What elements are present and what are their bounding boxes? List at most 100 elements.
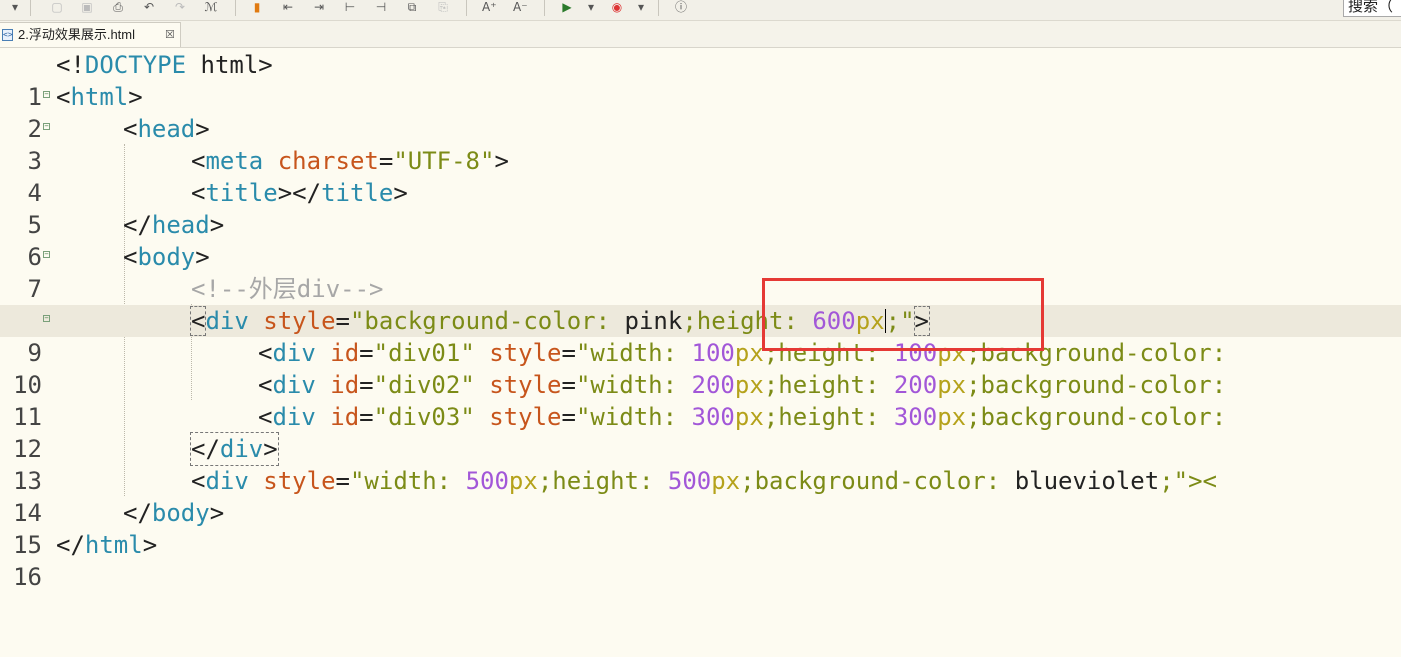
code-line[interactable]: 7 − <body> (0, 241, 1401, 303)
fold-toggle-icon[interactable]: − (43, 251, 50, 258)
copy-icon[interactable]: ⧉ (405, 0, 419, 14)
token: = (561, 339, 576, 367)
search-input[interactable]: 搜索（ (1343, 0, 1401, 17)
jump-left-icon[interactable]: ⊢ (343, 0, 357, 14)
line-code: <div id="div01" style="width: 100px;heig… (258, 337, 1226, 369)
token: px (508, 467, 538, 495)
run-icon[interactable]: ▶ (560, 0, 574, 14)
code-line[interactable]: 16 </html> (0, 529, 1401, 591)
code-line[interactable]: 8 <!--外层div--> (0, 273, 1401, 335)
token: id (330, 339, 360, 367)
font-increase-icon[interactable]: A⁺ (482, 0, 497, 14)
token: html (70, 83, 129, 111)
code-line[interactable]: 1 <!DOCTYPE html> (0, 49, 1401, 111)
code-line[interactable]: 13 </div> (0, 432, 1401, 495)
token: style (489, 339, 562, 367)
format-icon[interactable]: ℳ (204, 0, 218, 14)
info-icon[interactable]: ⓘ (674, 0, 688, 14)
code-line[interactable]: 5 <title></title> (0, 177, 1401, 239)
line-code: <!--外层div--> (191, 273, 384, 305)
code-editor[interactable]: 1 <!DOCTYPE html> 2 − <html> 3 − <head> … (0, 48, 1401, 591)
redo-icon[interactable]: ↷ (173, 0, 187, 14)
code-line[interactable]: 4 <meta charset="UTF-8"> (0, 145, 1401, 207)
line-code: <html> (56, 81, 143, 113)
code-line[interactable]: 6 </head> (0, 209, 1401, 271)
token: px (937, 371, 967, 399)
menu-dropdown-icon[interactable]: ▾ (8, 0, 22, 14)
token: blueviolet (1014, 467, 1160, 495)
token: "background-color: (349, 307, 625, 335)
token: "div01" (373, 339, 475, 367)
line-code: </div> (190, 432, 279, 466)
outdent-icon[interactable]: ⇤ (281, 0, 295, 14)
line-code: </head> (123, 209, 224, 241)
fold-toggle-icon[interactable]: − (43, 123, 50, 130)
token: id (330, 403, 360, 431)
line-code: <head> (123, 113, 210, 145)
token: head (137, 115, 196, 143)
token: < (258, 403, 273, 431)
token: </ (123, 211, 152, 239)
toolbar-separator (30, 0, 31, 16)
toolbar-separator (235, 0, 236, 16)
fold-toggle-icon[interactable]: − (43, 315, 50, 322)
token: ;">< (1159, 467, 1217, 495)
token: div (205, 467, 249, 495)
token: body (137, 243, 196, 271)
token: <! (56, 51, 85, 79)
token: > (128, 83, 143, 111)
save-all-icon[interactable]: ▣ (80, 0, 94, 14)
code-line-current[interactable]: 9 − <div style="background-color: pink;h… (0, 305, 1401, 367)
token: id (330, 371, 360, 399)
code-line[interactable]: 15 </body> (0, 497, 1401, 559)
print-icon[interactable]: ⎙ (111, 0, 125, 14)
token: > (209, 499, 225, 527)
browser-dropdown-icon[interactable]: ▾ (634, 0, 648, 14)
token: "width: (349, 467, 466, 495)
token: ;height: (763, 371, 894, 399)
save-icon[interactable]: ▢ (50, 0, 64, 14)
token: body (151, 499, 210, 527)
code-line[interactable]: 11 <div id="div02" style="width: 200px;h… (0, 369, 1401, 431)
token: 500 (667, 467, 712, 495)
paste-icon[interactable]: ⎘ (436, 0, 450, 14)
token: < (56, 83, 71, 111)
code-line[interactable]: 10 <div id="div01" style="width: 100px;h… (0, 337, 1401, 399)
line-code: <!DOCTYPE html> (56, 49, 273, 81)
token: < (123, 243, 138, 271)
code-line[interactable]: 2 − <html> (0, 81, 1401, 143)
bookmark-icon[interactable]: ▮ (250, 0, 264, 14)
font-decrease-icon[interactable]: A⁻ (513, 0, 528, 14)
tab-file[interactable]: <> 2.浮动效果展示.html ☒ (0, 22, 181, 47)
token: html (84, 531, 143, 559)
code-line[interactable]: 12 <div id="div03" style="width: 300px;h… (0, 401, 1401, 463)
token: px (734, 371, 764, 399)
token: > (393, 179, 408, 207)
token: "UTF-8" (393, 147, 495, 175)
token: = (359, 403, 374, 431)
token: = (561, 371, 576, 399)
token: div (272, 339, 316, 367)
fold-toggle-icon[interactable]: − (43, 91, 50, 98)
code-line[interactable]: 14 <div style="width: 500px;height: 500p… (0, 465, 1401, 527)
token: 300 (691, 403, 735, 431)
token: 300 (893, 403, 938, 431)
token: style (263, 307, 336, 335)
token: ;background-color: (966, 371, 1227, 399)
editor-tab-bar: <> 2.浮动效果展示.html ☒ (0, 21, 1401, 48)
browser-icon[interactable]: ◉ (610, 0, 624, 14)
jump-right-icon[interactable]: ⊣ (374, 0, 388, 14)
run-dropdown-icon[interactable]: ▾ (584, 0, 598, 14)
indent-icon[interactable]: ⇥ (312, 0, 326, 14)
token: < (191, 467, 206, 495)
close-icon[interactable]: ☒ (165, 23, 175, 47)
code-line[interactable]: 3 − <head> (0, 113, 1401, 175)
token: > (209, 211, 225, 239)
token: pink (624, 307, 683, 335)
undo-icon[interactable]: ↶ (142, 0, 156, 14)
line-code: <body> (123, 241, 210, 273)
